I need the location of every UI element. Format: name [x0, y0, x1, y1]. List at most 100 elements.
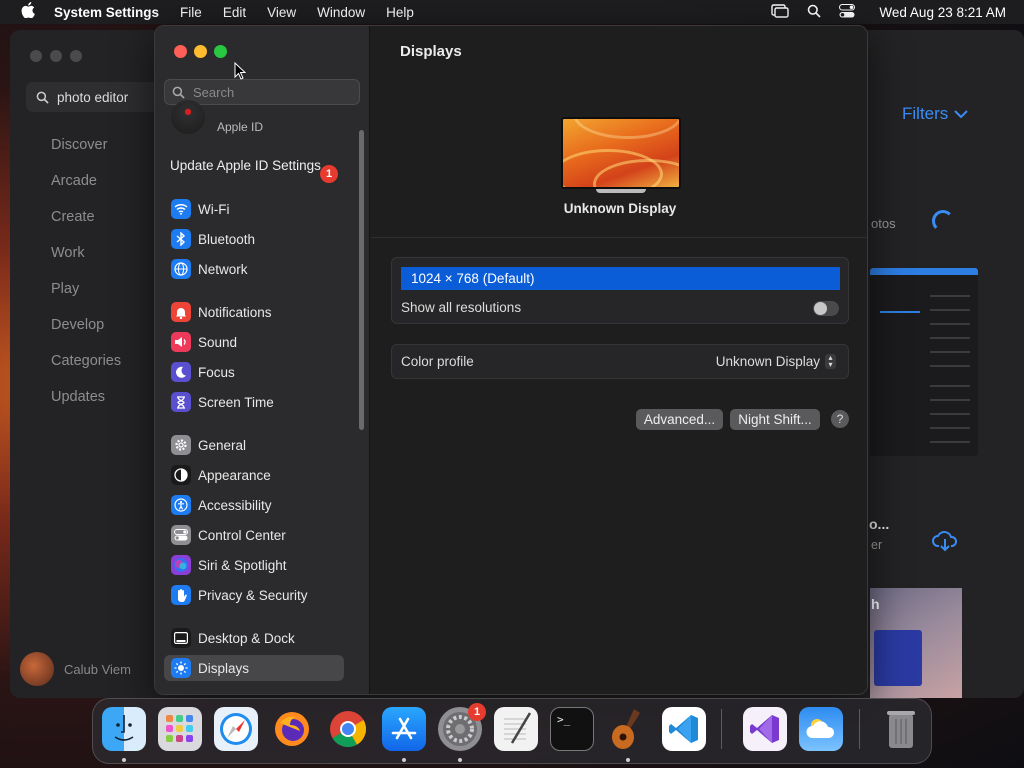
- display-name: Unknown Display: [563, 201, 677, 216]
- bg-close-button[interactable]: [30, 50, 42, 62]
- menu-clock[interactable]: Wed Aug 23 8:21 AM: [879, 5, 1006, 20]
- apple-menu-icon[interactable]: [16, 2, 40, 22]
- system-settings-window: Apple ID Update Apple ID Settings 1 Wi-F…: [154, 25, 868, 695]
- gear-icon: [171, 435, 191, 455]
- siri-icon: [171, 555, 191, 575]
- running-indicator: [626, 758, 630, 762]
- menu-app-name[interactable]: System Settings: [54, 5, 159, 20]
- sidebar-item-network[interactable]: Network: [164, 256, 344, 282]
- firefox-icon[interactable]: [270, 707, 314, 751]
- visual-studio-icon[interactable]: [743, 707, 787, 751]
- cloud-download-icon[interactable]: [932, 530, 958, 552]
- bg-nav-play[interactable]: Play: [51, 278, 121, 314]
- loading-spinner-icon: [932, 210, 954, 232]
- show-all-resolutions-label: Show all resolutions: [401, 300, 522, 315]
- finder-icon[interactable]: [102, 707, 146, 751]
- terminal-icon[interactable]: >_: [550, 707, 594, 751]
- app-store-icon[interactable]: [382, 707, 426, 751]
- weather-icon[interactable]: [799, 707, 843, 751]
- up-down-chevron-icon: ▴ ▾: [825, 354, 836, 369]
- sidebar-item-notifications[interactable]: Notifications: [164, 299, 344, 325]
- display-thumbnail[interactable]: [561, 117, 681, 189]
- hourglass-icon: [171, 392, 191, 412]
- trash-icon[interactable]: [879, 707, 923, 751]
- night-shift-button[interactable]: Night Shift...: [730, 409, 820, 430]
- sidebar-item-label: Notifications: [198, 304, 272, 320]
- sidebar-item-label: Focus: [198, 364, 235, 380]
- avatar: [20, 652, 54, 686]
- sidebar-item-general[interactable]: General: [164, 432, 344, 458]
- menu-edit[interactable]: Edit: [223, 5, 246, 20]
- sidebar-item-appearance[interactable]: Appearance: [164, 462, 344, 488]
- bg-nav-develop[interactable]: Develop: [51, 314, 121, 350]
- sidebar-scrollbar[interactable]: [359, 130, 364, 430]
- bg-nav-categories[interactable]: Categories: [51, 350, 121, 386]
- help-button[interactable]: ?: [831, 410, 849, 428]
- advanced-button[interactable]: Advanced...: [636, 409, 723, 430]
- garageband-icon[interactable]: [606, 707, 650, 751]
- resolution-option-selected[interactable]: 1024 × 768 (Default): [401, 267, 840, 290]
- show-all-resolutions-toggle[interactable]: [813, 301, 839, 316]
- control-center-icon[interactable]: [839, 3, 856, 21]
- sidebar-item-displays[interactable]: Displays: [164, 655, 344, 681]
- speaker-icon: [171, 332, 191, 352]
- update-apple-id-settings[interactable]: Update Apple ID Settings: [170, 158, 340, 174]
- appearance-icon: [171, 465, 191, 485]
- chrome-icon[interactable]: [326, 707, 370, 751]
- sidebar-item-sound[interactable]: Sound: [164, 329, 344, 355]
- bg-user-account[interactable]: Calub Viem: [20, 652, 131, 686]
- globe-icon: [171, 259, 191, 279]
- sidebar-item-control-center[interactable]: Control Center: [164, 522, 344, 548]
- zoom-button[interactable]: [214, 45, 227, 58]
- sidebar-item-label: Screen Time: [198, 394, 274, 410]
- sidebar-item-bluetooth[interactable]: Bluetooth: [164, 226, 344, 252]
- sidebar-item-screen-time[interactable]: Screen Time: [164, 389, 344, 415]
- apple-id-label: Apple ID: [217, 120, 264, 134]
- color-profile-select[interactable]: Unknown Display ▴ ▾: [716, 354, 836, 369]
- bg-zoom-button[interactable]: [70, 50, 82, 62]
- bg-nav-arcade[interactable]: Arcade: [51, 170, 121, 206]
- bg-nav-discover[interactable]: Discover: [51, 134, 121, 170]
- dock-separator: [721, 709, 722, 749]
- bg-partial-letter: h: [871, 596, 880, 612]
- bg-nav-updates[interactable]: Updates: [51, 386, 121, 422]
- menu-help[interactable]: Help: [386, 5, 414, 20]
- minimize-button[interactable]: [194, 45, 207, 58]
- moon-icon: [171, 362, 191, 382]
- sidebar-item-focus[interactable]: Focus: [164, 359, 344, 385]
- apple-id-row[interactable]: Apple ID: [171, 100, 264, 134]
- running-indicator: [458, 758, 462, 762]
- sidebar-item-accessibility[interactable]: Accessibility: [164, 492, 344, 518]
- switches-icon: [171, 525, 191, 545]
- bg-nav-work[interactable]: Work: [51, 242, 121, 278]
- update-badge: 1: [320, 165, 338, 183]
- bg-sidebar-nav: Discover Arcade Create Work Play Develop…: [51, 134, 121, 422]
- hand-icon: [171, 585, 191, 605]
- filters-button[interactable]: Filters: [902, 104, 968, 124]
- sidebar-item-desktop-dock[interactable]: Desktop & Dock: [164, 625, 344, 651]
- bg-nav-create[interactable]: Create: [51, 206, 121, 242]
- menu-file[interactable]: File: [180, 5, 202, 20]
- bg-minimize-button[interactable]: [50, 50, 62, 62]
- close-button[interactable]: [174, 45, 187, 58]
- menu-view[interactable]: View: [267, 5, 296, 20]
- spotlight-search-icon[interactable]: [807, 4, 822, 21]
- launchpad-icon[interactable]: [158, 707, 202, 751]
- sidebar-item-label: General: [198, 437, 247, 453]
- safari-icon[interactable]: [214, 707, 258, 751]
- resolution-panel: 1024 × 768 (Default) Show all resolution…: [391, 257, 849, 324]
- search-icon: [36, 91, 49, 104]
- sidebar-item-privacy-security[interactable]: Privacy & Security: [164, 582, 344, 608]
- sidebar-item-label: Appearance: [198, 467, 271, 483]
- search-input[interactable]: [191, 83, 341, 101]
- vscode-icon[interactable]: [662, 707, 706, 751]
- search-icon: [172, 86, 185, 99]
- sidebar-item-siri-spotlight[interactable]: Siri & Spotlight: [164, 552, 344, 578]
- textedit-icon[interactable]: [494, 707, 538, 751]
- menu-window[interactable]: Window: [317, 5, 365, 20]
- bg-search-field[interactable]: photo editor: [26, 82, 158, 112]
- screen-mirroring-icon[interactable]: [771, 3, 790, 21]
- sidebar-item-label: Displays: [198, 660, 250, 676]
- sidebar-item-wi-fi[interactable]: Wi-Fi: [164, 196, 344, 222]
- sidebar-item-label: Siri & Spotlight: [198, 557, 287, 573]
